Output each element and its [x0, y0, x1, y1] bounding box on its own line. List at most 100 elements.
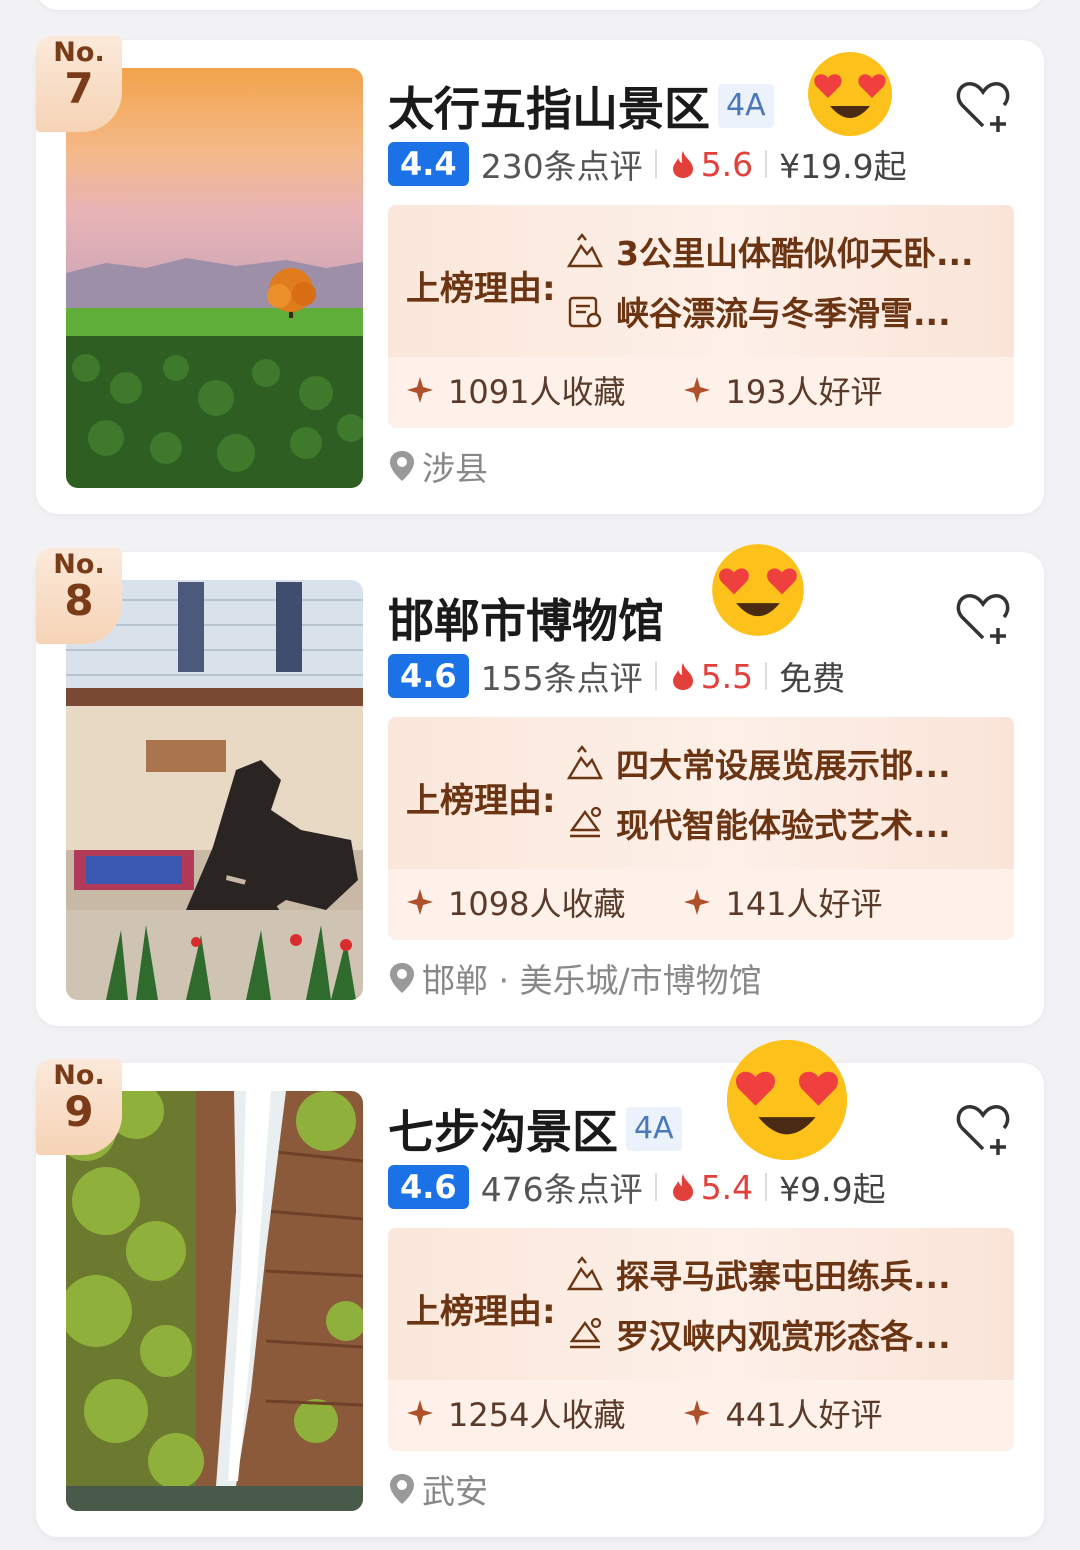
favorites-stat: 1098人收藏: [406, 879, 625, 925]
score-badge: 4.6: [388, 1165, 469, 1209]
rank-number: 8: [64, 576, 94, 625]
divider: [654, 150, 657, 178]
reason-item: 现代智能体验式艺术...: [566, 801, 951, 845]
sparkle-icon: [684, 1400, 711, 1426]
mountain-icon: [566, 745, 603, 780]
title-row: 邯郸市博物馆: [388, 586, 664, 650]
heart-eyes-emoji-icon: [712, 544, 804, 636]
sparkle-icon: [684, 377, 711, 403]
hot-index: 5.5: [669, 657, 753, 696]
good-reviews-stat: 441人好评: [683, 1390, 883, 1436]
divider: [765, 1173, 768, 1201]
hot-index: 5.6: [669, 145, 753, 184]
divider: [765, 662, 768, 690]
location-pin-icon: [390, 451, 414, 481]
good-reviews-count: 193人好评: [725, 373, 883, 411]
favorite-add-icon[interactable]: [952, 1097, 1014, 1159]
location[interactable]: 涉县: [388, 442, 488, 490]
rank-number: 9: [64, 1087, 94, 1136]
reason-text: 现代智能体验式艺术...: [616, 806, 951, 845]
rating-row: 4.6 155条点评 5.5 免费: [388, 654, 845, 698]
reason-item: 峡谷漂流与冬季滑雪...: [566, 289, 951, 333]
score-badge: 4.6: [388, 654, 469, 698]
sparkle-icon: [407, 1400, 433, 1426]
reason-label: 上榜理由:: [406, 781, 556, 821]
grade-badge: 4A: [718, 84, 774, 128]
reason-label: 上榜理由:: [406, 269, 556, 309]
rank-badge: No. 7: [36, 36, 122, 132]
reason-box[interactable]: 上榜理由: 四大常设展览展示邯... 现代智能体验式艺术... 1098人收藏 …: [388, 717, 1014, 940]
good-reviews-stat: 193人好评: [683, 367, 883, 413]
rating-row: 4.4 230条点评 5.6 ¥19.9起: [388, 142, 907, 186]
grade-badge: 4A: [626, 1107, 682, 1151]
stats-row: 1091人收藏 193人好评: [406, 367, 883, 413]
favorites-stat: 1091人收藏: [406, 367, 625, 413]
flame-icon: [672, 1174, 693, 1201]
ticket-icon: [568, 296, 602, 328]
favorite-add-icon[interactable]: [952, 74, 1014, 136]
reason-label: 上榜理由:: [406, 1292, 556, 1332]
flame-icon: [672, 663, 693, 690]
location-text: 涉县: [422, 449, 488, 488]
reason-text: 探寻马武寨屯田练兵...: [616, 1257, 951, 1296]
heart-eyes-emoji-icon: [726, 1039, 848, 1161]
attraction-card[interactable]: No. 7 太行五指山景区 4A 4.4 230条点评 5.6 ¥19.9起 上…: [36, 36, 1044, 514]
location-pin-icon: [390, 1474, 414, 1504]
hot-value: 5.4: [700, 1167, 754, 1207]
attraction-photo[interactable]: [66, 1091, 363, 1511]
location[interactable]: 武安: [388, 1465, 488, 1513]
review-count[interactable]: 155条点评: [481, 652, 643, 700]
reason-box[interactable]: 上榜理由: 3公里山体酷似仰天卧... 峡谷漂流与冬季滑雪... 1091人收藏…: [388, 205, 1014, 428]
weather-icon: [569, 1317, 602, 1349]
attraction-card[interactable]: No. 8 邯郸市博物馆 4.6 155条点评 5.5 免费 上榜理由: 四大常…: [36, 544, 1044, 1026]
favorites-count: 1091人收藏: [448, 373, 626, 411]
attraction-photo[interactable]: [66, 68, 363, 488]
reason-item: 3公里山体酷似仰天卧...: [566, 229, 974, 273]
review-count[interactable]: 476条点评: [481, 1163, 643, 1211]
reason-text: 3公里山体酷似仰天卧...: [616, 234, 974, 273]
title-row: 七步沟景区 4A: [388, 1097, 682, 1161]
score-badge: 4.4: [388, 142, 469, 186]
good-reviews-stat: 141人好评: [683, 879, 883, 925]
hot-value: 5.5: [700, 656, 754, 696]
title-row: 太行五指山景区 4A: [388, 74, 774, 138]
previous-card-bottom: [36, 0, 1044, 10]
hot-index: 5.4: [669, 1168, 753, 1207]
price: ¥9.9起: [779, 1170, 886, 1209]
sparkle-icon: [684, 889, 711, 915]
favorite-add-icon[interactable]: [952, 586, 1014, 648]
heart-eyes-emoji-icon: [808, 52, 892, 136]
rank-badge: No. 8: [36, 548, 122, 644]
review-count[interactable]: 230条点评: [481, 140, 643, 188]
reason-item: 罗汉峡内观赏形态各...: [566, 1312, 951, 1356]
reason-box[interactable]: 上榜理由: 探寻马武寨屯田练兵... 罗汉峡内观赏形态各... 1254人收藏 …: [388, 1228, 1014, 1451]
rank-badge: No. 9: [36, 1059, 122, 1155]
weather-icon: [569, 806, 602, 838]
rank-number: 7: [64, 64, 94, 113]
rating-row: 4.6 476条点评 5.4 ¥9.9起: [388, 1165, 886, 1209]
location-text: 邯郸 · 美乐城/市博物馆: [422, 961, 762, 1000]
attraction-card[interactable]: No. 9 七步沟景区 4A 4.6 476条点评 5.4 ¥9.9起 上榜理由…: [36, 1039, 1044, 1537]
divider: [765, 150, 768, 178]
attraction-photo[interactable]: [66, 580, 363, 1000]
favorites-stat: 1254人收藏: [406, 1390, 625, 1436]
reason-text: 峡谷漂流与冬季滑雪...: [616, 294, 951, 333]
attraction-title[interactable]: 太行五指山景区: [388, 73, 710, 139]
location-pin-icon: [390, 963, 414, 993]
attraction-title[interactable]: 七步沟景区: [388, 1096, 618, 1162]
mountain-icon: [566, 233, 603, 268]
divider: [654, 1173, 657, 1201]
good-reviews-count: 441人好评: [725, 1396, 883, 1434]
mountain-icon: [566, 1256, 603, 1291]
price: ¥19.9起: [779, 147, 907, 186]
favorites-count: 1254人收藏: [448, 1396, 626, 1434]
hot-value: 5.6: [700, 144, 754, 184]
flame-icon: [672, 151, 693, 178]
reason-text: 四大常设展览展示邯...: [616, 746, 951, 785]
favorites-count: 1098人收藏: [448, 885, 626, 923]
price: 免费: [779, 659, 846, 698]
sparkle-icon: [407, 377, 433, 403]
attraction-title[interactable]: 邯郸市博物馆: [388, 585, 664, 651]
location[interactable]: 邯郸 · 美乐城/市博物馆: [388, 954, 762, 1002]
sparkle-icon: [407, 889, 433, 915]
